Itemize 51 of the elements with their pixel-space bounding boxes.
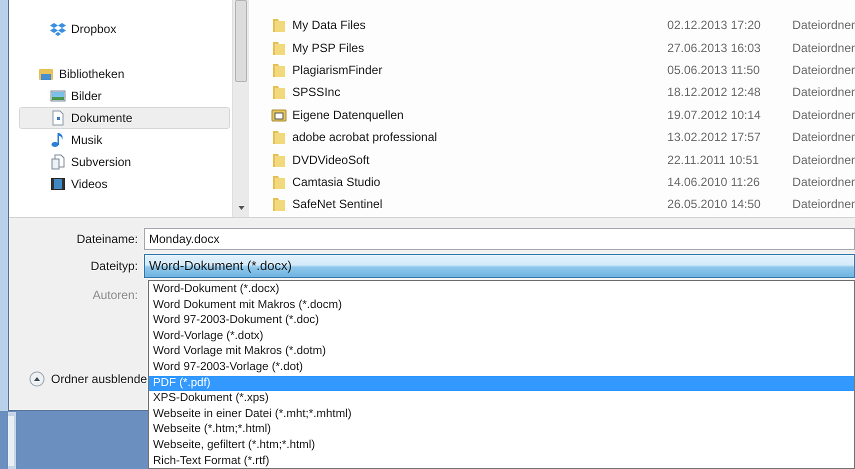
filetype-option[interactable]: Rich-Text Format (*.rtf) [149,454,854,468]
ruler-drawing [8,416,14,466]
picture-icon [50,88,66,104]
filetype-option[interactable]: Word-Dokument (*.docx) [149,282,854,298]
nav-item[interactable]: Bilder [19,85,230,107]
filetype-option[interactable]: Webseite in einer Datei (*.mht;*.mhtml) [149,406,854,422]
folder-icon [271,40,288,56]
nav-item[interactable]: Dokumente [19,107,230,129]
folder-icon [271,17,288,34]
filetype-option[interactable]: Word 97-2003-Vorlage (*.dot) [149,360,854,376]
filetype-dropdown[interactable]: Word-Dokument (*.docx) [144,254,855,278]
nav-item[interactable]: Videos [19,173,230,195]
folder-icon [271,174,288,190]
nav-item[interactable]: Musik [19,129,230,151]
file-row[interactable]: SafeNet Sentinel 26.05.2010 14:50 Dateiordner [271,193,855,216]
folder-icon [271,62,288,78]
library-folder-icon [38,66,54,82]
file-row[interactable]: Eigene Datenquellen 19.07.2012 10:14 Dateiordner [271,104,855,126]
filetype-option[interactable]: Word Vorlage mit Makros (*.dotm) [149,344,854,360]
film-icon [50,176,66,192]
filetype-option[interactable]: Webseite, gefiltert (*.htm;*.html) [149,438,854,454]
collapse-icon [29,371,45,387]
file-row[interactable]: SPSSInc 18.12.2012 12:48 Dateiordner [271,81,855,104]
filetype-option[interactable]: Word-Vorlage (*.dotx) [149,328,854,344]
file-row[interactable]: My Data Files 02.12.2013 17:20 Dateiordner [271,14,855,36]
special-folder-icon [271,106,288,123]
document-stack-icon [50,154,66,170]
scrollbar[interactable] [232,0,250,217]
file-row[interactable]: DVDVideoSoft 22.11.2011 10:51 Dateiordner [271,148,855,171]
filetype-option[interactable]: Word Dokument mit Makros (*.docm) [149,298,854,314]
folder-icon [271,196,288,212]
nav-item[interactable]: Bibliotheken [19,63,230,85]
nav-item[interactable]: Subversion [19,151,230,173]
nav-item[interactable]: Dropbox [19,18,230,40]
filetype-option[interactable]: Webseite (*.htm;*.html) [149,422,854,438]
box-icon [50,21,66,37]
filename-field[interactable]: Monday.docx [144,228,855,250]
filetype-option[interactable]: Word 97-2003-Dokument (*.doc) [149,313,854,329]
file-row[interactable]: Camtasia Studio 14.06.2010 11:26 Dateiordner [271,170,855,194]
folder-icon [271,152,288,168]
file-row[interactable]: adobe acrobat professional 13.02.2012 17:57 Dateiordner [271,126,855,148]
folder-icon [271,84,288,100]
document-icon [50,110,66,126]
filename-label: Dateiname: [76,231,138,248]
authors-label: Autoren: [92,287,138,304]
filetype-option[interactable]: XPS-Dokument (*.xps) [149,391,854,407]
file-row[interactable]: PlagiarismFinder 05.06.2013 11:50 Dateiordner [271,58,855,82]
hide-folders-button[interactable]: Ordner ausblende [29,370,148,388]
folder-icon [271,129,288,146]
filetype-label: Dateityp: [90,258,138,275]
file-row[interactable]: My PSP Files 27.06.2013 16:03 Dateiordner [271,36,855,59]
